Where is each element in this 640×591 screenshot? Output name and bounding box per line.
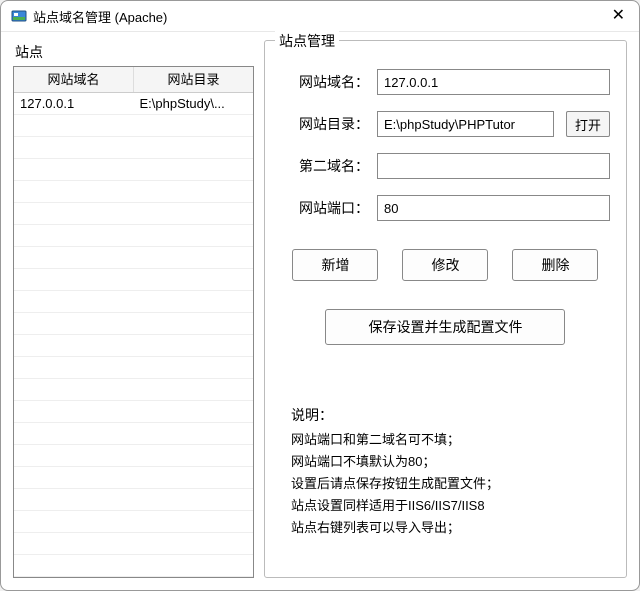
delete-button[interactable]: 删除: [512, 249, 598, 281]
row-domain: 网站域名：: [281, 69, 610, 95]
grid-header: 网站域名 网站目录: [14, 67, 253, 93]
table-row-empty[interactable]: [14, 357, 253, 379]
description-lines: 网站端口和第二域名可不填；网站端口不填默认为80；设置后请点保存按钮生成配置文件…: [291, 429, 610, 539]
left-panel: 站点 网站域名 网站目录 127.0.0.1E:\phpStudy\...: [13, 40, 254, 578]
table-row-empty[interactable]: [14, 467, 253, 489]
table-row-empty[interactable]: [14, 247, 253, 269]
open-button[interactable]: 打开: [566, 111, 610, 137]
row-port: 网站端口：: [281, 195, 610, 221]
description-title: 说明：: [291, 405, 610, 425]
table-row-empty[interactable]: [14, 511, 253, 533]
table-row-empty[interactable]: [14, 555, 253, 577]
cell-dir: E:\phpStudy\...: [134, 93, 253, 114]
domain-input[interactable]: [377, 69, 610, 95]
table-row-empty[interactable]: [14, 379, 253, 401]
table-row-empty[interactable]: [14, 533, 253, 555]
table-row-empty[interactable]: [14, 401, 253, 423]
table-row-empty[interactable]: [14, 181, 253, 203]
action-row: 新增 修改 删除: [281, 249, 610, 281]
grid-col-domain[interactable]: 网站域名: [14, 67, 134, 92]
window: 站点域名管理 (Apache) ✕ 站点 网站域名 网站目录 127.0.0.1…: [0, 0, 640, 591]
table-row-empty[interactable]: [14, 269, 253, 291]
port-label: 网站端口：: [281, 198, 369, 218]
table-row-empty[interactable]: [14, 115, 253, 137]
table-row-empty[interactable]: [14, 335, 253, 357]
description-line: 网站端口不填默认为80；: [291, 451, 610, 473]
domain-label: 网站域名：: [281, 72, 369, 92]
titlebar: 站点域名管理 (Apache) ✕: [1, 1, 639, 32]
description-block: 说明： 网站端口和第二域名可不填；网站端口不填默认为80；设置后请点保存按钮生成…: [281, 405, 610, 539]
add-button[interactable]: 新增: [292, 249, 378, 281]
table-row-empty[interactable]: [14, 313, 253, 335]
save-row: 保存设置并生成配置文件: [281, 309, 610, 345]
port-input[interactable]: [377, 195, 610, 221]
modify-button[interactable]: 修改: [402, 249, 488, 281]
description-line: 设置后请点保存按钮生成配置文件；: [291, 473, 610, 495]
grid-body: 127.0.0.1E:\phpStudy\...: [14, 93, 253, 577]
table-row-empty[interactable]: [14, 291, 253, 313]
grid-col-dir[interactable]: 网站目录: [134, 67, 253, 92]
table-row-empty[interactable]: [14, 159, 253, 181]
table-row-empty[interactable]: [14, 137, 253, 159]
right-panel-legend: 站点管理: [275, 31, 339, 51]
table-row-empty[interactable]: [14, 203, 253, 225]
dir-input[interactable]: [377, 111, 554, 137]
table-row-empty[interactable]: [14, 423, 253, 445]
window-title: 站点域名管理 (Apache): [33, 7, 167, 26]
left-panel-label: 站点: [15, 42, 254, 62]
site-grid[interactable]: 网站域名 网站目录 127.0.0.1E:\phpStudy\...: [13, 66, 254, 578]
row-second-domain: 第二域名：: [281, 153, 610, 179]
dir-label: 网站目录：: [281, 114, 369, 134]
table-row-empty[interactable]: [14, 225, 253, 247]
table-row-empty[interactable]: [14, 445, 253, 467]
close-icon[interactable]: ✕: [612, 8, 625, 24]
description-line: 站点设置同样适用于IIS6/IIS7/IIS8: [291, 495, 610, 517]
right-panel: 站点管理 网站域名： 网站目录： 打开 第二域名： 网站端口： 新增 修改: [264, 40, 627, 578]
table-row[interactable]: 127.0.0.1E:\phpStudy\...: [14, 93, 253, 115]
save-button[interactable]: 保存设置并生成配置文件: [325, 309, 565, 345]
row-dir: 网站目录： 打开: [281, 111, 610, 137]
content-area: 站点 网站域名 网站目录 127.0.0.1E:\phpStudy\... 站点…: [1, 32, 639, 590]
table-row-empty[interactable]: [14, 489, 253, 511]
cell-domain: 127.0.0.1: [14, 93, 134, 114]
description-line: 网站端口和第二域名可不填；: [291, 429, 610, 451]
description-line: 站点右键列表可以导入导出；: [291, 517, 610, 539]
app-icon: [11, 8, 27, 24]
second-domain-label: 第二域名：: [281, 156, 369, 176]
second-domain-input[interactable]: [377, 153, 610, 179]
